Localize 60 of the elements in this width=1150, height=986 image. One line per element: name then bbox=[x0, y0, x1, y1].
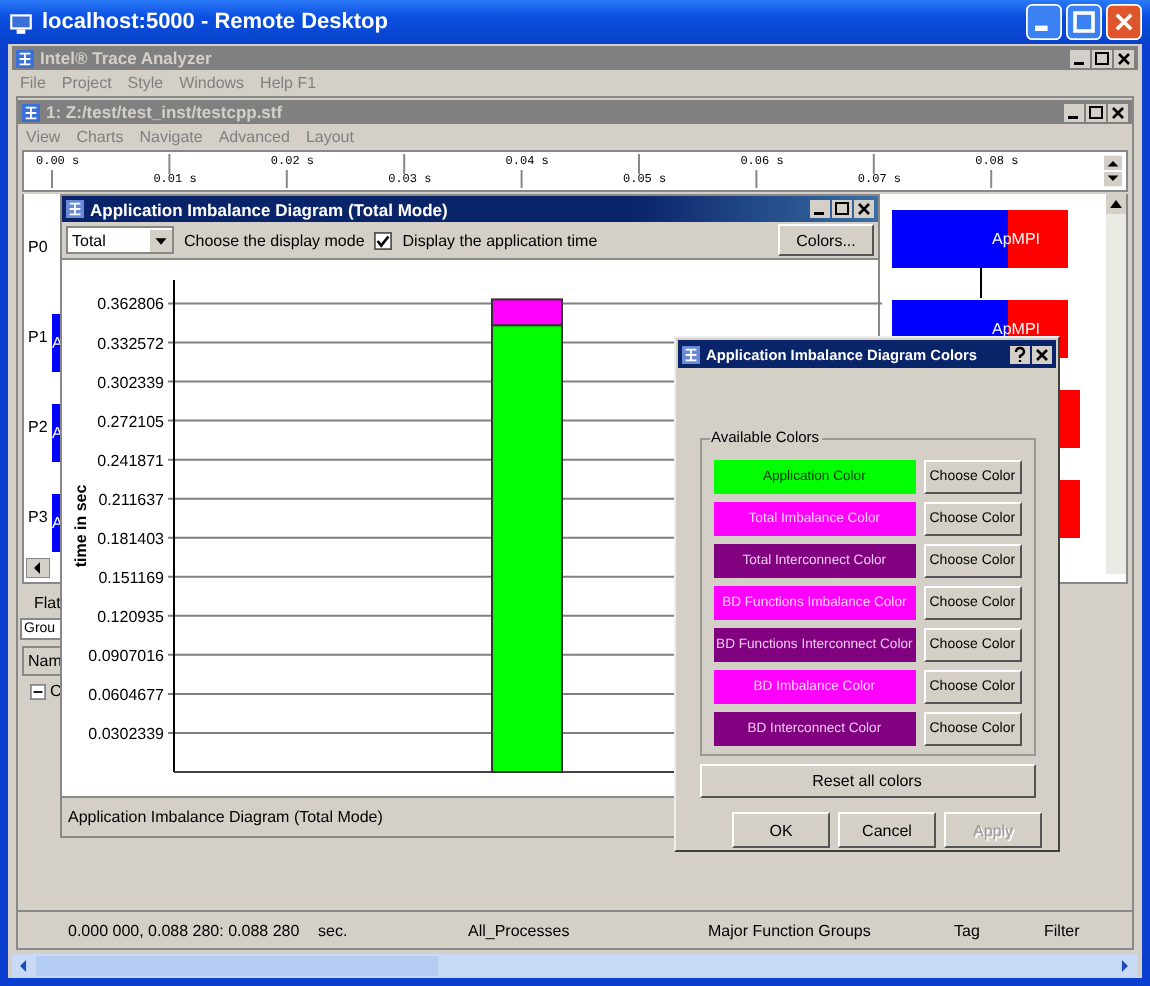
close-button[interactable] bbox=[1032, 345, 1052, 363]
app-icon bbox=[16, 49, 34, 67]
y-tick-label: 0.332572 bbox=[97, 334, 164, 353]
horizontal-scrollbar[interactable] bbox=[12, 954, 1138, 978]
chart-window-icon bbox=[66, 200, 84, 218]
close-button[interactable] bbox=[1108, 103, 1128, 121]
close-button[interactable] bbox=[854, 200, 874, 218]
remote-desktop-icon bbox=[8, 9, 34, 35]
window-title: localhost:5000 - Remote Desktop bbox=[42, 10, 388, 34]
scroll-arrows-icon[interactable] bbox=[1104, 154, 1122, 188]
y-tick-label: 0.0604677 bbox=[88, 685, 164, 704]
y-tick-label: 0.362806 bbox=[97, 295, 164, 314]
dialog-button[interactable]: OK bbox=[732, 812, 830, 848]
window-title: Application Imbalance Diagram (Total Mode) bbox=[90, 199, 448, 219]
maximize-button[interactable] bbox=[1086, 103, 1106, 121]
scroll-left-button[interactable] bbox=[26, 558, 50, 578]
y-tick-label: 0.272105 bbox=[97, 412, 164, 431]
y-axis-label: time in sec bbox=[72, 484, 90, 568]
help-button[interactable] bbox=[1010, 345, 1030, 363]
maximize-button[interactable] bbox=[1092, 49, 1112, 67]
flat-tab[interactable]: Flat bbox=[34, 594, 61, 612]
app-title: Intel® Trace Analyzer bbox=[40, 48, 212, 68]
process-label: P1 bbox=[28, 328, 48, 346]
y-tick-label: 0.151169 bbox=[98, 568, 164, 587]
vertical-scrollbar[interactable] bbox=[1106, 194, 1126, 574]
collapse-icon[interactable] bbox=[30, 683, 46, 699]
document-icon bbox=[22, 103, 40, 121]
status-text: sec. bbox=[318, 922, 348, 940]
reset-button[interactable]: Reset all colors bbox=[699, 764, 1035, 798]
tree-item[interactable]: C bbox=[50, 682, 62, 700]
y-tick-label: 0.241871 bbox=[97, 451, 164, 470]
minimize-button[interactable] bbox=[810, 200, 830, 218]
checkbox-label: Display the application time bbox=[402, 231, 598, 249]
dialog-button[interactable]: Cancel bbox=[838, 812, 936, 848]
process-label: P3 bbox=[28, 508, 48, 526]
y-tick-label: 0.120935 bbox=[97, 607, 164, 626]
status-text: Major Function Groups bbox=[708, 922, 871, 940]
close-button[interactable] bbox=[1114, 49, 1134, 67]
status-text: All_Processes bbox=[468, 922, 570, 940]
checkbox[interactable] bbox=[374, 231, 393, 249]
colors-button[interactable]: Colors... bbox=[778, 224, 874, 256]
minimize-button[interactable] bbox=[1070, 49, 1090, 67]
mode-dropdown[interactable]: Total bbox=[66, 226, 174, 254]
status-text: Filter bbox=[1044, 922, 1080, 940]
mode-hint: Choose the display mode bbox=[184, 231, 365, 249]
footer-text: Application Imbalance Diagram (Total Mode) bbox=[68, 808, 383, 826]
y-tick-label: 0.211637 bbox=[98, 490, 164, 509]
y-tick-label: 0.302339 bbox=[97, 373, 164, 392]
minimize-button[interactable] bbox=[1064, 103, 1084, 121]
process-label: P2 bbox=[28, 418, 48, 436]
dialog-icon bbox=[682, 345, 700, 363]
y-tick-label: 0.181403 bbox=[97, 529, 164, 548]
status-text: 0.000 000, 0.088 280: 0.088 280 bbox=[68, 922, 300, 940]
document-title: 1: Z:/test/test_inst/testcpp.stf bbox=[46, 102, 283, 122]
maximize-button[interactable] bbox=[832, 200, 852, 218]
y-tick-label: 0.0302339 bbox=[88, 724, 164, 743]
process-label: P0 bbox=[28, 238, 48, 256]
y-tick-label: 0.0907016 bbox=[88, 646, 164, 665]
status-text: Tag bbox=[954, 922, 980, 940]
message-line bbox=[980, 268, 982, 298]
